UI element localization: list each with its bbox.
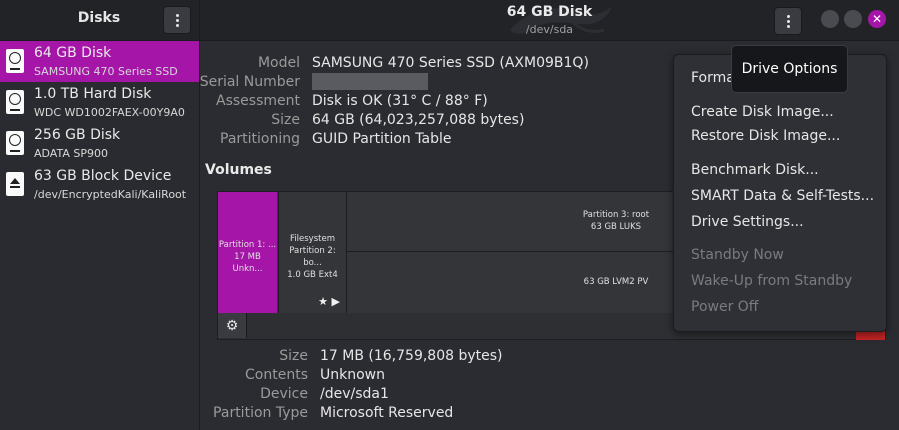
partition-type-value: Microsoft Reserved [320,405,454,421]
disk-item-256gb[interactable]: 256 GB Disk ADATA SP900 [0,123,199,164]
partition-1-name: Partition 1: ... [218,240,277,250]
close-icon: ✕ [871,12,883,26]
disk-name: 63 GB Block Device [34,168,172,184]
disk-drive-icon [6,49,24,73]
model-value: SAMSUNG 470 Series SSD (AXM09B1Q) [312,55,589,71]
drive-options-menu: Format Disk... Create Disk Image... Rest… [673,54,887,332]
menu-item-benchmark-disk[interactable]: Benchmark Disk... [691,162,819,178]
disk-name: 1.0 TB Hard Disk [34,86,152,102]
menu-item-create-disk-image[interactable]: Create Disk Image... [691,104,834,120]
partition-size-value: 17 MB (16,759,808 bytes) [320,348,503,364]
volumes-title: Volumes [205,162,272,178]
partition-1-block[interactable]: Partition 1: ... 17 MB Unkn... [218,192,277,314]
disk-drive-icon [6,131,24,155]
partitioning-value: GUID Partition Table [312,131,452,147]
disk-model: ADATA SP900 [34,147,108,160]
serial-redacted [312,73,428,90]
disk-drive-icon [6,90,24,114]
disk-name: 64 GB Disk [34,45,112,61]
header-bar: 64 GB Disk /dev/sda ✕ [200,0,899,41]
menu-item-drive-settings[interactable]: Drive Settings... [691,214,804,230]
menu-item-restore-disk-image[interactable]: Restore Disk Image... [691,128,840,144]
menu-item-power-off: Power Off [691,299,759,315]
assessment-value: Disk is OK (31° C / 88° F) [312,93,488,109]
partition-2-name: Partition 2: bo... [289,246,336,268]
sidebar: Disks 64 GB Disk SAMSUNG 470 Series SSD … [0,0,200,430]
model-label: Model [257,55,300,71]
disk-item-block-device[interactable]: 63 GB Block Device /dev/EncryptedKali/Ka… [0,164,199,205]
menu-item-smart-data[interactable]: SMART Data & Self-Tests... [691,188,874,204]
gear-icon: ⚙ [225,317,239,334]
contents-label: Contents [245,367,308,383]
app-menu-button[interactable] [163,6,191,34]
device-value: /dev/sda1 [320,386,389,402]
disk-item-64gb[interactable]: 64 GB Disk SAMSUNG 470 Series SSD [0,41,199,82]
menu-item-standby-now: Standby Now [691,247,784,263]
partition-1-size: 17 MB Unkn... [232,252,263,274]
close-button[interactable]: ✕ [868,10,886,28]
mounted-star-play-icon: ★ ▶ [318,295,340,308]
partition-2-type: Filesystem [290,234,335,244]
kebab-icon [175,13,179,27]
disk-model: SAMSUNG 470 Series SSD [34,65,178,78]
kebab-icon [786,14,790,28]
drive-options-tooltip: Drive Options [731,45,848,93]
partition-2-block[interactable]: Filesystem Partition 2: bo... 1.0 GB Ext… [278,192,347,314]
minimize-button[interactable] [821,10,839,28]
disk-model: WDC WD1002FAEX-00Y9A0 [34,106,185,119]
partitioning-label: Partitioning [220,131,300,147]
disk-name: 256 GB Disk [34,127,121,143]
drive-options-button[interactable] [774,7,802,35]
disk-item-1tb[interactable]: 1.0 TB Hard Disk WDC WD1002FAEX-00Y9A0 [0,82,199,123]
serial-label: Serial Number [199,74,300,90]
eject-device-icon [6,172,24,196]
size-value: 64 GB (64,023,257,088 bytes) [312,112,525,128]
contents-value: Unknown [320,367,385,383]
partition-type-label: Partition Type [213,405,308,421]
menu-item-wake-up: Wake-Up from Standby [691,273,853,289]
partition-2-size: 1.0 GB Ext4 [287,270,338,280]
disk-model: /dev/EncryptedKali/KaliRoot [34,188,187,201]
partition-options-button[interactable]: ⚙ [218,313,247,338]
device-label: Device [260,386,308,402]
partition-size-label: Size [279,348,308,364]
assessment-label: Assessment [216,93,300,109]
size-label: Size [271,112,300,128]
sidebar-header: Disks [0,0,199,41]
maximize-button[interactable] [844,10,862,28]
